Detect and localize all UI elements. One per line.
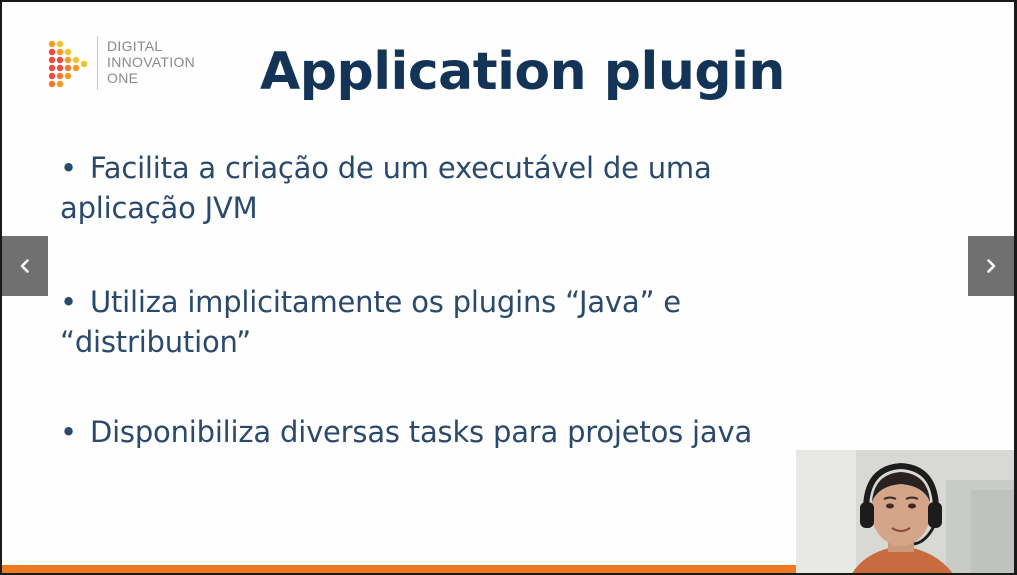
bullet-text: Disponibiliza diversas tasks para projet… <box>89 415 753 449</box>
next-slide-button[interactable] <box>968 236 1014 296</box>
logo-line-digital: DIGITAL <box>107 38 163 54</box>
bullet-text: Facilita a criação de um executável de u… <box>60 151 712 225</box>
presenter-video-image <box>796 450 1014 573</box>
bullet-list: • Facilita a criação de um executável de… <box>60 148 850 506</box>
presenter-webcam <box>796 450 1014 573</box>
bullet-text: Utiliza implicitamente os plugins “Java”… <box>60 285 681 359</box>
logo-mark-icon <box>48 40 88 88</box>
logo-line-innovation: INNOVATION <box>107 54 196 70</box>
bullet-item: • Facilita a criação de um executável de… <box>60 148 850 228</box>
bullet-dot: • <box>60 285 77 319</box>
bullet-item: • Utiliza implicitamente os plugins “Jav… <box>60 282 850 362</box>
logo-wordmark: DIGITAL INNOVATION ONE <box>107 38 195 86</box>
logo-divider <box>97 36 98 90</box>
bullet-dot: • <box>60 415 77 449</box>
bullet-dot: • <box>60 151 77 185</box>
chevron-left-icon <box>20 259 29 273</box>
digital-innovation-one-logo: DIGITAL INNOVATION ONE <box>46 34 226 94</box>
previous-slide-button[interactable] <box>2 236 48 296</box>
chevron-right-icon <box>987 259 996 273</box>
slide-title: Application plugin <box>260 42 785 102</box>
bullet-item: • Disponibiliza diversas tasks para proj… <box>60 412 850 452</box>
presentation-viewer: DIGITAL INNOVATION ONE Application plugi… <box>0 0 1017 575</box>
logo-line-one: ONE <box>107 70 139 86</box>
